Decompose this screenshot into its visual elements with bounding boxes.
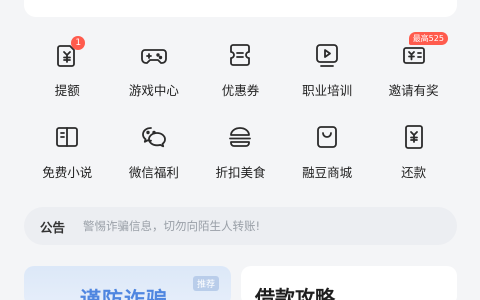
- grid-item-repay[interactable]: 还款: [370, 116, 457, 184]
- grid-item-label: 融豆商城: [302, 165, 353, 180]
- anti-fraud-card[interactable]: 推荐 谨防诈骗: [24, 266, 231, 300]
- grid-item-label: 职业培训: [302, 83, 353, 98]
- grid-item-career-training[interactable]: 职业培训: [284, 34, 371, 102]
- grid-item-label: 免费小说: [42, 165, 93, 180]
- grid-item-free-novel[interactable]: 免费小说: [24, 116, 111, 184]
- book-icon: [52, 122, 82, 152]
- top-card: [24, 0, 457, 17]
- grid-item-label: 游戏中心: [128, 83, 179, 98]
- grid-item-game-center[interactable]: 游戏中心: [111, 34, 198, 102]
- grid-item-wechat-benefit[interactable]: 微信福利: [111, 116, 198, 184]
- service-grid: 1 提额 游戏中心 优惠券 职业培训 最高525 邀请有奖 免费小说 微信福利 …: [24, 32, 457, 184]
- anti-fraud-title: 谨防诈骗: [80, 288, 168, 300]
- shopping-bag-icon: [312, 122, 342, 152]
- repay-icon: [399, 122, 429, 152]
- gamepad-icon: [139, 40, 169, 70]
- loan-guide-card[interactable]: 借款攻略: [241, 266, 457, 300]
- announcement-bar[interactable]: 公告 警惕诈骗信息，切勿向陌生人转账!: [24, 207, 457, 245]
- announcement-title: 公告: [40, 219, 66, 235]
- notification-badge: 1: [71, 36, 86, 50]
- reward-badge: 最高525: [408, 32, 448, 45]
- grid-item-invite-reward[interactable]: 最高525 邀请有奖: [370, 32, 457, 102]
- invite-card-icon: 最高525: [399, 32, 448, 70]
- coupon-icon: [225, 40, 255, 70]
- grid-item-label: 微信福利: [128, 165, 179, 180]
- grid-item-label: 还款: [401, 165, 427, 180]
- card-tag: 推荐: [192, 276, 219, 291]
- grid-item-label: 邀请有奖: [388, 83, 439, 98]
- loan-guide-title: 借款攻略: [255, 286, 335, 300]
- grid-item-label: 提额: [54, 83, 80, 98]
- grid-item-discount-food[interactable]: 折扣美食: [197, 116, 284, 184]
- withdraw-limit-icon: 1: [52, 36, 86, 70]
- grid-item-coupon[interactable]: 优惠券: [197, 34, 284, 102]
- grid-item-raise-limit[interactable]: 1 提额: [24, 34, 111, 102]
- burger-icon: [225, 122, 255, 152]
- video-training-icon: [312, 40, 342, 70]
- grid-item-label: 优惠券: [221, 83, 260, 98]
- announcement-text: 警惕诈骗信息，切勿向陌生人转账!: [83, 219, 261, 233]
- grid-item-bean-mall[interactable]: 融豆商城: [284, 116, 371, 184]
- wechat-icon: [139, 122, 169, 152]
- grid-item-label: 折扣美食: [215, 165, 266, 180]
